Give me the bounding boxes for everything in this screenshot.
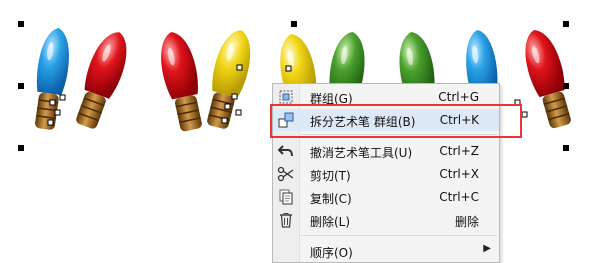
menu-item-shortcut: 删除 bbox=[454, 215, 479, 229]
copy-icon bbox=[279, 189, 293, 205]
undo-icon bbox=[277, 145, 293, 157]
menu-item-cut[interactable]: 剪切(T) Ctrl+X bbox=[273, 163, 499, 185]
selection-handle-bottom-right[interactable] bbox=[563, 145, 569, 151]
menu-item-delete[interactable]: 删除(L) 删除 bbox=[273, 209, 499, 231]
scissors-icon bbox=[277, 166, 294, 182]
menu-item-label: 剪切(T) bbox=[310, 169, 351, 183]
trash-icon bbox=[280, 213, 292, 228]
selection-handle-mid-right[interactable] bbox=[563, 83, 569, 89]
selection-handle-bottom-left[interactable] bbox=[18, 145, 24, 151]
menu-item-label: 撤消艺术笔工具(U) bbox=[310, 146, 413, 160]
selection-handle-top-center[interactable] bbox=[291, 21, 297, 27]
menu-item-shortcut: Ctrl+C bbox=[439, 190, 479, 204]
red-bulb[interactable] bbox=[155, 29, 209, 134]
menu-item-shortcut: Ctrl+X bbox=[439, 167, 479, 181]
menu-item-undo[interactable]: 撤消艺术笔工具(U) Ctrl+Z bbox=[273, 140, 499, 162]
red-bulb[interactable] bbox=[69, 27, 135, 132]
menu-item-label: 删除(L) bbox=[310, 215, 351, 229]
selection-handle-top-left[interactable] bbox=[18, 21, 24, 27]
selection-handle-mid-left[interactable] bbox=[18, 83, 24, 89]
submenu-arrow-icon: ▶ bbox=[483, 243, 491, 254]
blue-bulb[interactable] bbox=[29, 26, 73, 131]
highlight-annotation-box bbox=[270, 104, 522, 138]
menu-item-shortcut: Ctrl+Z bbox=[439, 144, 479, 158]
yellow-bulb[interactable] bbox=[201, 26, 258, 131]
menu-item-shortcut: Ctrl+G bbox=[438, 90, 479, 104]
menu-item-label: 顺序(O) bbox=[310, 246, 353, 260]
selection-handle-top-right[interactable] bbox=[563, 21, 569, 27]
menu-item-copy[interactable]: 复制(C) Ctrl+C bbox=[273, 186, 499, 208]
menu-item-order[interactable]: 顺序(O) ▶ bbox=[273, 240, 499, 262]
menu-item-label: 复制(C) bbox=[310, 192, 352, 206]
menu-separator bbox=[301, 235, 497, 236]
